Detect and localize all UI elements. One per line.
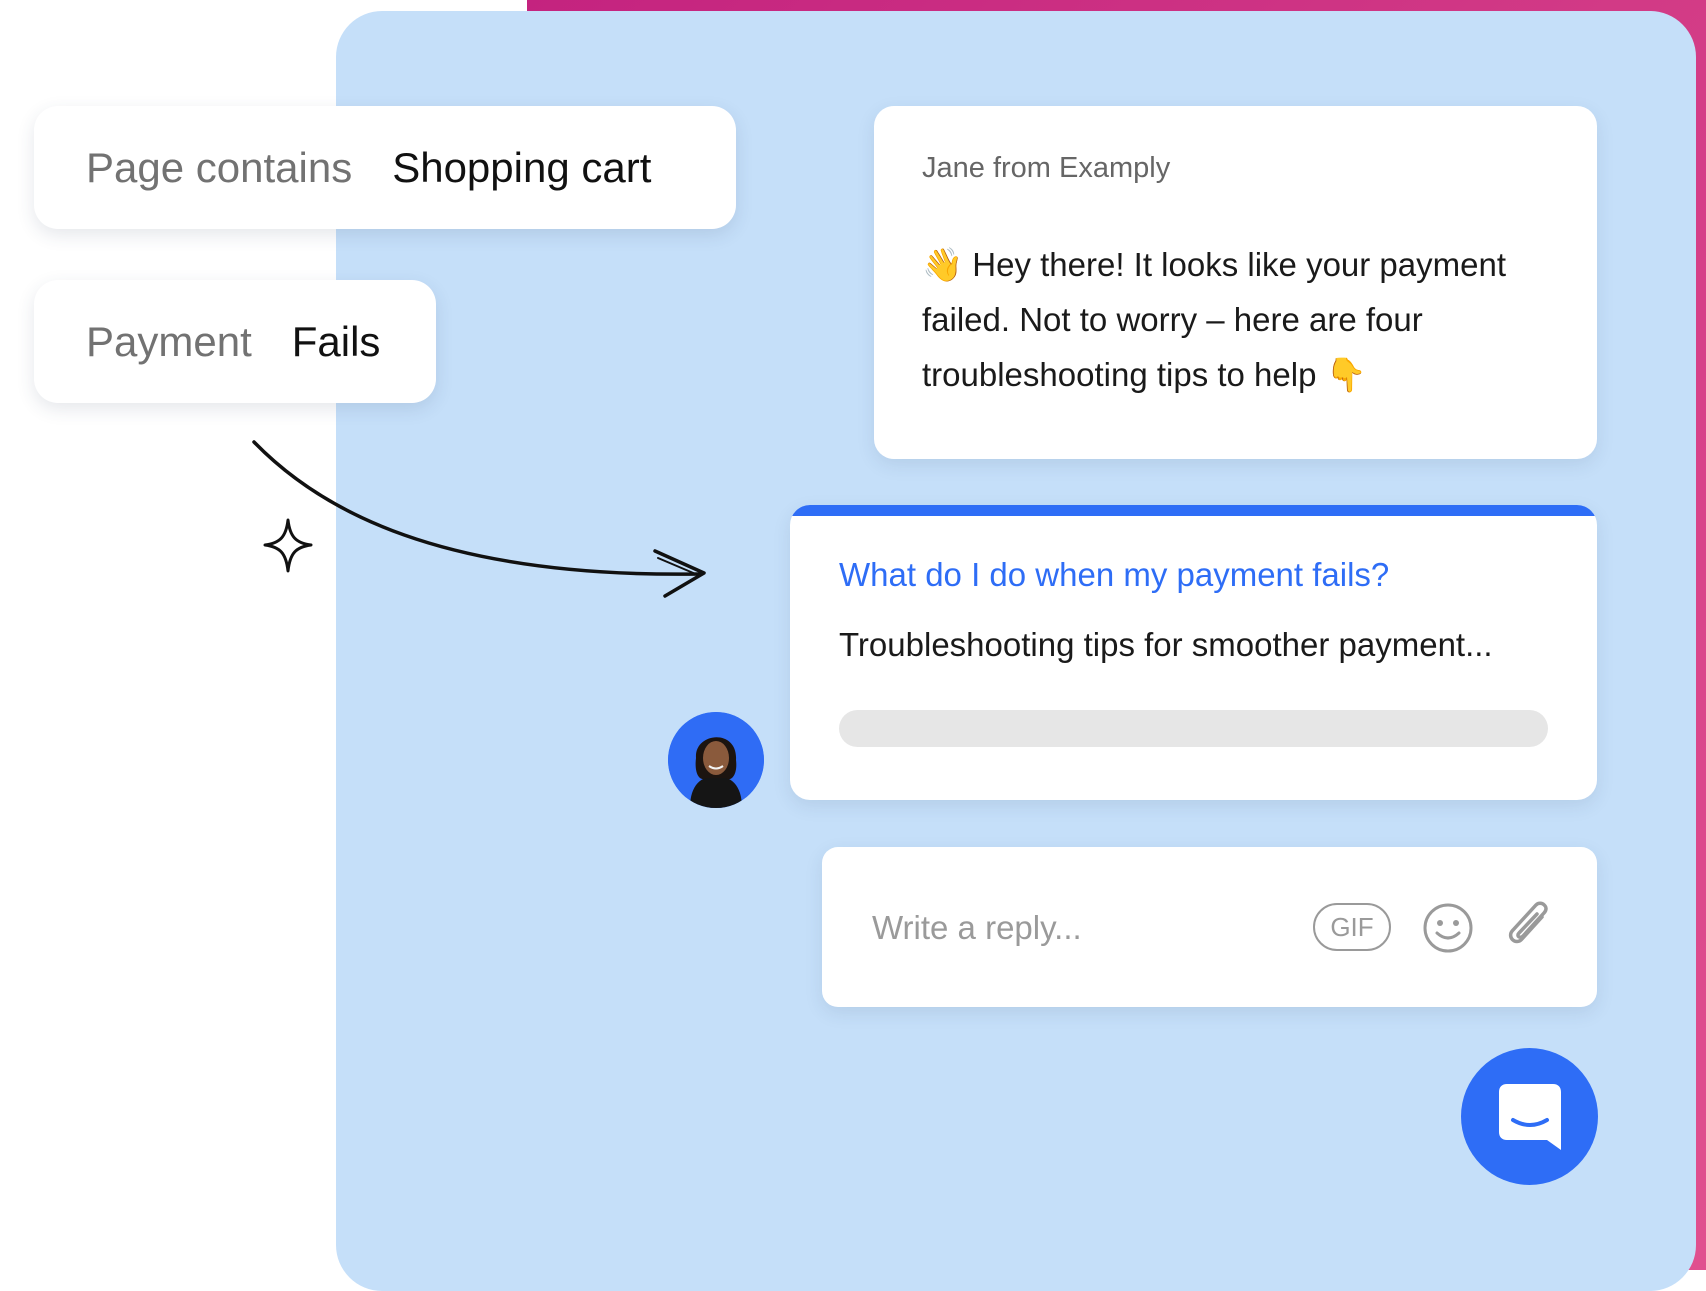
article-accent-bar bbox=[790, 505, 1597, 516]
condition-label: Page contains bbox=[86, 143, 353, 191]
condition-label: Payment bbox=[86, 317, 252, 365]
message-sender: Jane from Examply bbox=[922, 152, 1171, 184]
message-body: 👋 Hey there! It looks like your payment … bbox=[922, 237, 1549, 402]
wave-emoji: 👋 bbox=[922, 245, 964, 284]
avatar bbox=[668, 712, 764, 808]
article-description: Troubleshooting tips for smoother paymen… bbox=[839, 626, 1493, 663]
message-text: Hey there! It looks like your payment fa… bbox=[922, 246, 1507, 393]
reply-composer: GIF bbox=[822, 847, 1597, 1007]
smiley-icon[interactable] bbox=[1422, 902, 1474, 954]
chat-bubble-icon bbox=[1498, 1083, 1561, 1150]
pointing-down-emoji: 👇 bbox=[1325, 355, 1367, 394]
condition-page-contains: Page contains Shopping cart bbox=[34, 106, 736, 229]
article-placeholder-bar bbox=[839, 710, 1548, 747]
condition-payment: Payment Fails bbox=[34, 280, 436, 403]
paperclip-icon[interactable] bbox=[1502, 897, 1554, 957]
gif-button[interactable]: GIF bbox=[1313, 903, 1391, 951]
article-suggestion-card[interactable]: What do I do when my payment fails? Trou… bbox=[790, 505, 1597, 800]
messenger-launcher-button[interactable] bbox=[1461, 1048, 1598, 1185]
condition-value: Shopping cart bbox=[392, 143, 652, 191]
chat-message-card: Jane from Examply 👋 Hey there! It looks … bbox=[874, 106, 1597, 459]
article-title-link[interactable]: What do I do when my payment fails? bbox=[839, 556, 1389, 594]
reply-input[interactable] bbox=[870, 897, 1294, 959]
condition-value: Fails bbox=[291, 317, 381, 365]
sparkle-icon bbox=[263, 518, 313, 573]
